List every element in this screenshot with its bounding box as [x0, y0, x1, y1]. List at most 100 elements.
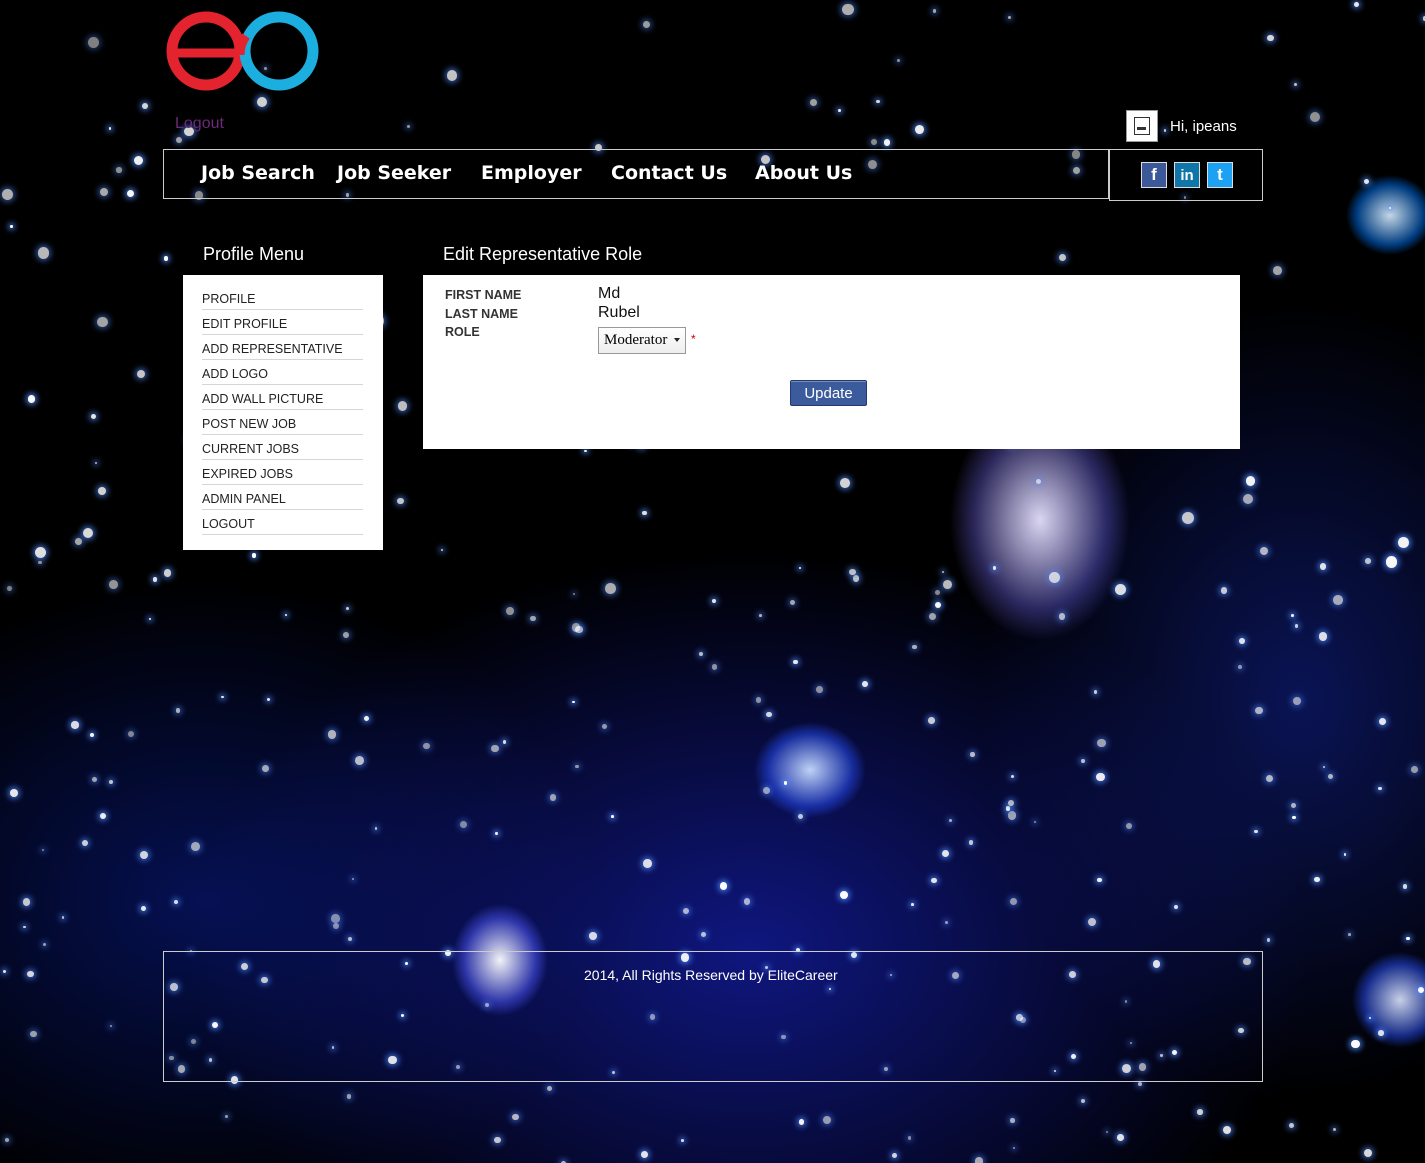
bokeh-dot	[10, 789, 18, 797]
bokeh-dot	[837, 109, 841, 113]
bokeh-dot	[816, 686, 823, 693]
bokeh-dot	[1197, 1109, 1203, 1115]
bokeh-dot	[1239, 638, 1245, 644]
sidebar-item-logout[interactable]: LOGOUT	[202, 510, 363, 535]
sidebar-item-expired-jobs[interactable]: EXPIRED JOBS	[202, 460, 363, 485]
bokeh-dot	[1010, 775, 1015, 779]
bokeh-dot	[61, 915, 65, 919]
sidebar-item-add-wall-picture[interactable]: ADD WALL PICTURE	[202, 385, 363, 410]
bokeh-dot	[374, 826, 378, 830]
bokeh-dot	[682, 908, 689, 915]
bokeh-dot	[1173, 904, 1178, 909]
bokeh-dot	[896, 58, 900, 63]
bokeh-dot	[605, 583, 616, 594]
bokeh-dot	[784, 781, 788, 785]
nav-employer[interactable]: Employer	[481, 162, 582, 184]
facebook-icon[interactable]: f	[1141, 162, 1167, 188]
bokeh-dot	[797, 813, 804, 819]
bokeh-dot	[1223, 1126, 1232, 1135]
bokeh-dot	[907, 1136, 912, 1141]
sidebar-item-edit-profile[interactable]: EDIT PROFILE	[202, 310, 363, 335]
footer: 2014, All Rights Reserved by EliteCareer	[163, 951, 1263, 1082]
bokeh-dot	[743, 897, 751, 905]
bokeh-dot	[1273, 266, 1282, 276]
site-logo[interactable]	[164, 8, 322, 94]
twitter-icon[interactable]: t	[1207, 162, 1233, 188]
bokeh-dot	[502, 740, 506, 744]
bokeh-dot	[43, 942, 47, 946]
bokeh-dot	[891, 1153, 897, 1158]
sidebar-title: Profile Menu	[203, 244, 305, 264]
bokeh-dot	[941, 571, 944, 574]
linkedin-icon[interactable]: in	[1174, 162, 1200, 188]
bokeh-dot	[108, 127, 112, 130]
profile-menu: PROFILE EDIT PROFILE ADD REPRESENTATIVE …	[183, 275, 383, 550]
bokeh-dot	[27, 395, 36, 403]
bokeh-dot	[601, 723, 607, 729]
bokeh-dot	[251, 553, 257, 558]
sidebar-item-current-jobs[interactable]: CURRENT JOBS	[202, 435, 363, 460]
bokeh-dot	[1406, 936, 1410, 940]
copyright-text: 2014, All Rights Reserved by EliteCareer	[584, 967, 838, 983]
bokeh-dot	[798, 1119, 805, 1125]
update-button[interactable]: Update	[790, 380, 867, 406]
bokeh-dot	[1007, 15, 1011, 19]
nav-job-search[interactable]: Job Search	[201, 162, 315, 184]
bokeh-dot	[1333, 595, 1344, 606]
bokeh-dot	[680, 1138, 684, 1142]
sidebar-item-admin-panel[interactable]: ADMIN PANEL	[202, 485, 363, 510]
nav-about-us[interactable]: About Us	[755, 162, 852, 184]
last-name-value: Rubel	[598, 304, 640, 321]
bokeh-dot	[1318, 632, 1328, 641]
sidebar-item-post-new-job[interactable]: POST NEW JOB	[202, 410, 363, 435]
bokeh-dot	[1093, 689, 1098, 694]
bokeh-dot	[849, 569, 856, 576]
bokeh-dot	[257, 96, 267, 107]
avatar[interactable]	[1126, 110, 1158, 142]
bokeh-dot	[1417, 986, 1424, 993]
bokeh-dot	[1294, 624, 1299, 628]
bokeh-dot	[789, 599, 796, 605]
bokeh-dot	[766, 711, 772, 718]
bokeh-dot	[506, 607, 514, 616]
bokeh-dot	[712, 599, 717, 603]
nav-contact-us[interactable]: Contact Us	[611, 162, 727, 184]
logout-link[interactable]: Logout	[175, 115, 224, 133]
first-name-value: Md	[598, 285, 621, 302]
bokeh-dot	[571, 623, 581, 632]
bokeh-dot	[1365, 558, 1371, 564]
bokeh-dot	[97, 487, 106, 496]
bokeh-dot	[459, 820, 468, 828]
bokeh-dot	[152, 577, 157, 582]
bokeh-dot	[136, 369, 145, 378]
bokeh-dot	[1388, 206, 1391, 209]
bokeh-dot	[262, 764, 270, 772]
role-select[interactable]: Moderator	[598, 327, 686, 354]
bokeh-dot	[127, 730, 134, 738]
bokeh-dot	[133, 155, 144, 165]
bokeh-dot	[1291, 803, 1296, 809]
bokeh-dot	[719, 882, 728, 890]
bokeh-dot	[6, 586, 12, 592]
nav-job-seeker[interactable]: Job Seeker	[337, 162, 451, 184]
bokeh-dot	[968, 840, 974, 845]
bokeh-dot	[2, 970, 6, 974]
bokeh-dot	[700, 931, 706, 937]
sidebar-item-add-representative[interactable]: ADD REPRESENTATIVE	[202, 335, 363, 360]
sidebar-item-profile[interactable]: PROFILE	[202, 285, 363, 310]
bokeh-dot	[81, 840, 88, 847]
chevron-down-icon	[674, 338, 680, 342]
bokeh-dot	[5, 1137, 10, 1142]
sidebar-item-add-logo[interactable]: ADD LOGO	[202, 360, 363, 385]
bokeh-dot	[1095, 772, 1105, 782]
bokeh-dot	[71, 721, 79, 729]
bokeh-dot	[755, 696, 762, 703]
role-select-value: Moderator	[604, 332, 668, 348]
bokeh-dot	[176, 136, 183, 143]
bokeh-dot	[190, 841, 200, 851]
bokeh-dot	[611, 815, 614, 818]
bokeh-dot	[327, 730, 337, 739]
bokeh-dot	[116, 167, 122, 173]
bokeh-dot	[99, 813, 106, 820]
bokeh-dot	[139, 850, 149, 860]
